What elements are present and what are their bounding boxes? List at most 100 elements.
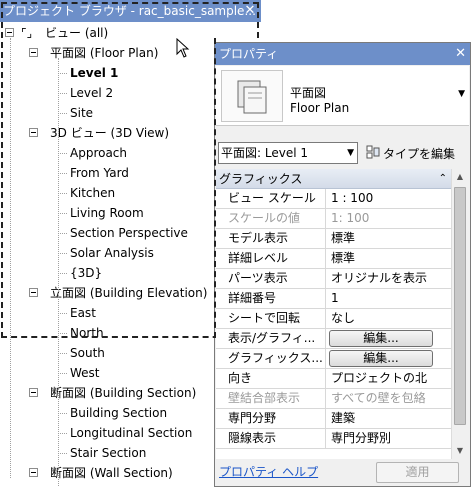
- tree-connector: [58, 353, 67, 354]
- property-row[interactable]: 壁結合部表示 すべての壁を包絡: [216, 389, 451, 409]
- group-header-label: グラフィックス: [219, 172, 303, 186]
- property-value: 1: 100: [331, 211, 370, 225]
- collapse-icon[interactable]: [29, 388, 38, 397]
- property-name: グラフィックス...: [216, 349, 326, 368]
- properties-scrollbar[interactable]: ▲ ▼: [451, 169, 468, 459]
- edit-type-icon[interactable]: [366, 145, 380, 160]
- property-value[interactable]: 専門分野別: [326, 429, 451, 448]
- property-name: 壁結合部表示: [216, 389, 326, 408]
- chevron-down-icon[interactable]: ▼: [458, 89, 465, 99]
- mouse-cursor-icon: [176, 38, 190, 58]
- tree-connector: [10, 38, 11, 478]
- property-name: 詳細番号: [216, 289, 326, 308]
- property-value[interactable]: プロジェクトの北: [326, 369, 451, 388]
- tree-label: West: [70, 366, 100, 380]
- tree-connector: [58, 173, 67, 174]
- property-row[interactable]: 専門分野 建築: [216, 409, 451, 429]
- tree-label: ビュー (all): [45, 26, 109, 40]
- tree-connector: [58, 413, 67, 414]
- tree-connector: [58, 433, 67, 434]
- tree-label: 3D ビュー (3D View): [50, 126, 170, 140]
- property-value[interactable]: 建築: [326, 409, 451, 428]
- tree-connector: [58, 73, 67, 74]
- property-name: パーツ表示: [216, 269, 326, 288]
- chevron-down-icon[interactable]: ▼: [347, 143, 354, 163]
- instance-row: 平面図: Level 1 ▼ タイプを編集: [217, 142, 470, 166]
- tree-label: Level 1: [70, 66, 119, 80]
- property-name: モデル表示: [216, 229, 326, 248]
- collapse-icon[interactable]: [29, 288, 38, 297]
- property-name: 専門分野: [216, 409, 326, 428]
- tree-label: 平面図 (Floor Plan): [50, 46, 159, 60]
- tree-label: Stair Section: [70, 446, 147, 460]
- property-name: 隠線表示: [216, 429, 326, 448]
- tree-connector: [58, 373, 67, 374]
- property-value[interactable]: なし: [326, 309, 451, 328]
- property-value: 編集...: [326, 349, 451, 368]
- property-row[interactable]: 詳細レベル 標準: [216, 249, 451, 269]
- tree-node[interactable]: ⌜⌟ ビュー (all): [0, 23, 260, 43]
- property-value[interactable]: オリジナルを表示: [326, 269, 451, 288]
- type-selector[interactable]: 平面図 Floor Plan ▼: [216, 66, 469, 126]
- tree-connector: [58, 453, 67, 454]
- tree-label: 立面図 (Building Elevation): [50, 286, 208, 300]
- property-name: 詳細レベル: [216, 249, 326, 268]
- collapse-icon[interactable]: [29, 468, 38, 477]
- property-value[interactable]: 1: [326, 289, 451, 308]
- property-value[interactable]: 標準: [326, 249, 451, 268]
- project-browser-title-bar[interactable]: プロジェクト ブラウザ - rac_basic_sample... ✕: [0, 0, 261, 22]
- property-row[interactable]: 詳細番号 1: [216, 289, 451, 309]
- tree-label: North: [70, 326, 104, 340]
- edit-button[interactable]: 編集...: [329, 330, 433, 347]
- property-row[interactable]: パーツ表示 オリジナルを表示: [216, 269, 451, 289]
- property-name: ビュー スケール: [216, 189, 326, 208]
- property-row[interactable]: 隠線表示 専門分野別: [216, 429, 451, 449]
- tree-label: From Yard: [70, 166, 129, 180]
- collapse-icon[interactable]: ⌃: [439, 169, 447, 189]
- property-row[interactable]: 向き プロジェクトの北: [216, 369, 451, 389]
- group-header-graphics[interactable]: グラフィックス ⌃: [216, 169, 451, 189]
- close-icon[interactable]: ✕: [455, 45, 466, 63]
- floor-plan-type-icon: [221, 70, 283, 122]
- tree-label: South: [70, 346, 105, 360]
- collapse-icon[interactable]: [5, 28, 14, 37]
- instance-filter-select[interactable]: 平面図: Level 1 ▼: [218, 142, 358, 164]
- properties-palette: プロパティ ✕ 平面図 Floor Plan ▼ 平面図: Level 1 ▼: [214, 42, 471, 487]
- views-icon: ⌜⌟: [21, 26, 33, 40]
- property-row[interactable]: シートで回転 なし: [216, 309, 451, 329]
- scrollbar-thumb[interactable]: [454, 187, 466, 425]
- properties-help-link[interactable]: プロパティ ヘルプ: [219, 463, 318, 480]
- property-row[interactable]: 表示/グラフィ... 編集...: [216, 329, 451, 349]
- scroll-up-icon[interactable]: ▲: [452, 169, 468, 185]
- tree-label: Kitchen: [70, 186, 116, 200]
- tree-label: Building Section: [70, 406, 168, 420]
- properties-title-bar[interactable]: プロパティ ✕: [215, 43, 470, 65]
- properties-footer: プロパティ ヘルプ 適用: [215, 459, 470, 486]
- edit-type-button[interactable]: タイプを編集: [383, 145, 455, 162]
- tree-connector: [58, 153, 67, 154]
- type-name-label: Floor Plan: [290, 101, 350, 115]
- tree-connector: [58, 113, 67, 114]
- tree-connector: [58, 213, 67, 214]
- edit-button[interactable]: 編集...: [329, 350, 433, 367]
- collapse-icon[interactable]: [29, 128, 38, 137]
- collapse-icon[interactable]: [29, 48, 38, 57]
- property-value[interactable]: 1 : 100: [326, 189, 451, 208]
- tree-connector: [58, 333, 67, 334]
- scroll-down-icon[interactable]: ▼: [452, 443, 468, 459]
- tree-connector: [58, 93, 67, 94]
- property-name: 向き: [216, 369, 326, 388]
- tree-connector: [58, 58, 59, 486]
- close-icon[interactable]: ✕: [242, 3, 258, 19]
- tree-label: 断面図 (Building Section): [50, 386, 197, 400]
- tree-label: Approach: [70, 146, 128, 160]
- property-row[interactable]: グラフィックス... 編集...: [216, 349, 451, 369]
- tree-connector: [58, 233, 67, 234]
- apply-button[interactable]: 適用: [376, 462, 459, 483]
- property-row[interactable]: スケールの値 1: 100: [216, 209, 451, 229]
- tree-connector: [58, 273, 67, 274]
- property-row[interactable]: モデル表示 標準: [216, 229, 451, 249]
- property-row[interactable]: ビュー スケール 1 : 100: [216, 189, 451, 209]
- property-value[interactable]: 標準: [326, 229, 451, 248]
- properties-title: プロパティ: [219, 47, 279, 61]
